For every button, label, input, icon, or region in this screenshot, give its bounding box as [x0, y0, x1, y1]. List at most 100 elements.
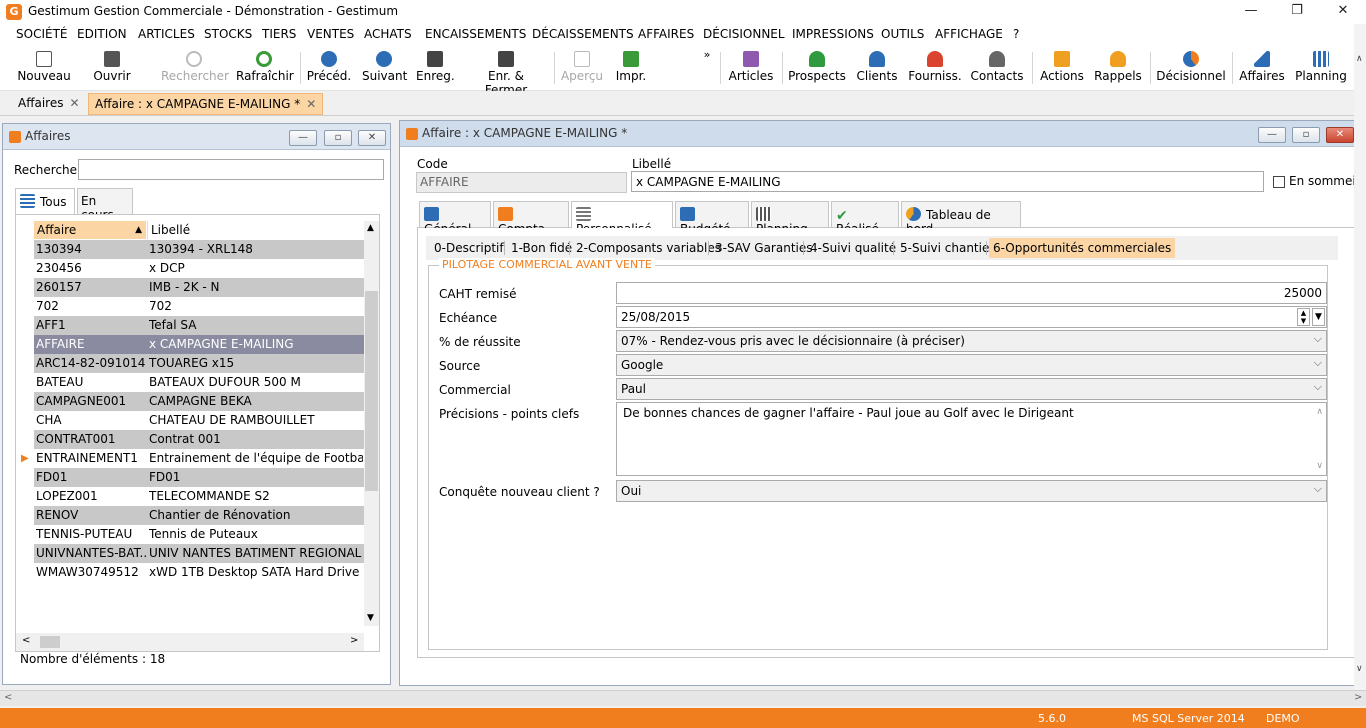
enregistrer-fermer-button[interactable]: Enr. & Fermer	[466, 48, 546, 97]
table-row[interactable]: 230456 x DCP	[34, 259, 364, 278]
tab-personnalise[interactable]: Personnalisé	[571, 201, 673, 236]
subtab-sav-garanties[interactable]: 3-SAV Garanties	[711, 238, 817, 258]
conquete-select[interactable]: Oui ⌵	[616, 480, 1327, 502]
enregistrer-button[interactable]: Enreg.	[416, 48, 455, 90]
nouveau-button[interactable]: Nouveau	[14, 48, 74, 90]
menu-articles[interactable]: ARTICLES	[138, 27, 195, 41]
subtab-descriptif[interactable]: 0-Descriptif	[430, 238, 508, 258]
horizontal-scrollbar[interactable]: < >	[16, 633, 364, 651]
close-window-button[interactable]: ✕	[1320, 0, 1366, 24]
detail-close-button[interactable]: ✕	[1326, 127, 1354, 143]
table-row[interactable]: CONTRAT001 Contrat 001	[34, 430, 364, 449]
table-row[interactable]: ENTRAINEMENT1 Entrainement de l'équipe de…	[34, 449, 364, 468]
subtab-opportunites-commerciales[interactable]: 6-Opportunités commerciales	[989, 238, 1176, 258]
subtab-composants-variables[interactable]: 2-Composants variables	[572, 238, 725, 258]
menu-affichage[interactable]: AFFICHAGE	[935, 27, 1003, 41]
toolbar-overflow-button[interactable]: »	[700, 48, 714, 62]
scroll-up-icon[interactable]: ∧	[1356, 54, 1363, 64]
menu-tiers[interactable]: TIERS	[262, 27, 296, 41]
date-dropdown-icon[interactable]: ▼	[1312, 308, 1325, 326]
tab-tous[interactable]: Tous	[15, 188, 75, 215]
rechercher-button[interactable]: Rechercher	[161, 48, 229, 90]
table-row[interactable]: WMAW30749512 xWD 1TB Desktop SATA Hard Dr…	[34, 563, 364, 582]
panel-maximize-button[interactable]: ▫	[324, 130, 352, 146]
tab-realise[interactable]: ✔Réalisé	[831, 201, 899, 236]
tab-general[interactable]: Général	[419, 201, 491, 236]
scroll-left-icon[interactable]: <	[4, 692, 12, 703]
search-input[interactable]	[78, 159, 384, 180]
detail-maximize-button[interactable]: ▫	[1292, 127, 1320, 143]
menu-outils[interactable]: OUTILS	[881, 27, 924, 41]
planning-button[interactable]: Planning	[1294, 48, 1348, 90]
table-row[interactable]: 260157 IMB - 2K - N	[34, 278, 364, 297]
subtab-bon-fide[interactable]: 1-Bon fidé	[507, 238, 576, 258]
column-header-libelle[interactable]: Libellé	[147, 221, 361, 239]
close-tab-icon[interactable]: ✕	[306, 97, 316, 111]
precisions-textarea[interactable]: De bonnes chances de gagner l'affaire - …	[616, 402, 1327, 476]
clients-button[interactable]: Clients	[854, 48, 900, 90]
ouvrir-button[interactable]: Ouvrir	[92, 48, 132, 90]
libelle-input[interactable]	[631, 171, 1264, 192]
menu-affaires[interactable]: AFFAIRES	[638, 27, 694, 41]
menu-ventes[interactable]: VENTES	[307, 27, 354, 41]
panel-close-button[interactable]: ✕	[358, 130, 386, 146]
table-row[interactable]: AFFAIRE x CAMPAGNE E-MAILING	[34, 335, 364, 354]
workspace-vertical-scrollbar[interactable]: ∧ ∨	[1354, 24, 1366, 690]
reussite-select[interactable]: 07% - Rendez-vous pris avec le décisionn…	[616, 330, 1327, 352]
code-field[interactable]: AFFAIRE	[416, 172, 627, 193]
table-row[interactable]: CAMPAGNE001 CAMPAGNE BEKA	[34, 392, 364, 411]
textarea-scroll-down-icon[interactable]: ∨	[1316, 459, 1323, 473]
scroll-thumb[interactable]	[365, 291, 378, 491]
scroll-down-icon[interactable]: ▼	[367, 613, 374, 623]
affaires-button[interactable]: Affaires	[1238, 48, 1286, 90]
table-row[interactable]: RENOV Chantier de Rénovation	[34, 506, 364, 525]
suivant-button[interactable]: Suivant	[362, 48, 407, 90]
minimize-button[interactable]: —	[1228, 0, 1274, 24]
subtab-suivi-chantier[interactable]: 5-Suivi chantier	[896, 238, 998, 258]
scroll-right-icon[interactable]: >	[1354, 692, 1362, 703]
table-row[interactable]: 702 702	[34, 297, 364, 316]
detail-minimize-button[interactable]: —	[1258, 127, 1286, 143]
table-row[interactable]: 130394 130394 - XRL148	[34, 240, 364, 259]
fournisseurs-button[interactable]: Fourniss.	[908, 48, 962, 90]
table-row[interactable]: AFF1 Tefal SA	[34, 316, 364, 335]
imprimer-button[interactable]: Impr.	[614, 48, 648, 90]
articles-button[interactable]: Articles	[728, 48, 774, 90]
table-row[interactable]: FD01 FD01	[34, 468, 364, 487]
doc-tab-affaire-detail[interactable]: Affaire : x CAMPAGNE E-MAILING * ✕	[88, 93, 324, 115]
textarea-scroll-up-icon[interactable]: ∧	[1316, 405, 1323, 419]
rafraichir-button[interactable]: Rafraîchir	[236, 48, 294, 90]
workspace-horizontal-scrollbar[interactable]: < >	[0, 690, 1366, 706]
scroll-left-icon[interactable]: <	[22, 635, 30, 646]
menu-achats[interactable]: ACHATS	[364, 27, 412, 41]
doc-tab-affaires[interactable]: Affaires ✕	[12, 93, 86, 115]
source-select[interactable]: Google ⌵	[616, 354, 1327, 376]
rappels-button[interactable]: Rappels	[1094, 48, 1142, 90]
tab-budgete[interactable]: Budgété	[675, 201, 749, 236]
maximize-button[interactable]: ❐	[1274, 0, 1320, 24]
hscroll-thumb[interactable]	[40, 636, 60, 648]
decisionnel-button[interactable]: Décisionnel	[1156, 48, 1226, 90]
panel-minimize-button[interactable]: —	[289, 130, 317, 146]
caht-input[interactable]: 25000	[616, 282, 1327, 304]
contacts-button[interactable]: Contacts	[970, 48, 1024, 90]
table-row[interactable]: ARC14-82-091014 TOUAREG x15	[34, 354, 364, 373]
scroll-right-icon[interactable]: >	[350, 635, 358, 646]
table-row[interactable]: BATEAU BATEAUX DUFOUR 500 M	[34, 373, 364, 392]
tab-planning[interactable]: Planning	[751, 201, 829, 236]
menu-edition[interactable]: EDITION	[77, 27, 127, 41]
actions-button[interactable]: Actions	[1038, 48, 1086, 90]
menu-encaissements[interactable]: ENCAISSEMENTS	[425, 27, 526, 41]
tab-compta[interactable]: Compta.	[493, 201, 569, 236]
echeance-date-picker[interactable]: 25/08/2015 ▲ ▼ ▼	[616, 306, 1327, 328]
table-row[interactable]: LOPEZ001 TELECOMMANDE S2	[34, 487, 364, 506]
commercial-select[interactable]: Paul ⌵	[616, 378, 1327, 400]
precedent-button[interactable]: Précéd.	[306, 48, 352, 90]
apercu-button[interactable]: Aperçu	[560, 48, 604, 90]
prospects-button[interactable]: Prospects	[788, 48, 846, 90]
subtab-suivi-qualite[interactable]: 4-Suivi qualité	[806, 238, 900, 258]
close-tab-icon[interactable]: ✕	[69, 96, 79, 110]
menu-societe[interactable]: SOCIÉTÉ	[16, 27, 67, 41]
tab-tableau-de-bord[interactable]: Tableau de bord	[901, 201, 1021, 236]
date-spinner-icon[interactable]: ▲ ▼	[1297, 308, 1310, 326]
